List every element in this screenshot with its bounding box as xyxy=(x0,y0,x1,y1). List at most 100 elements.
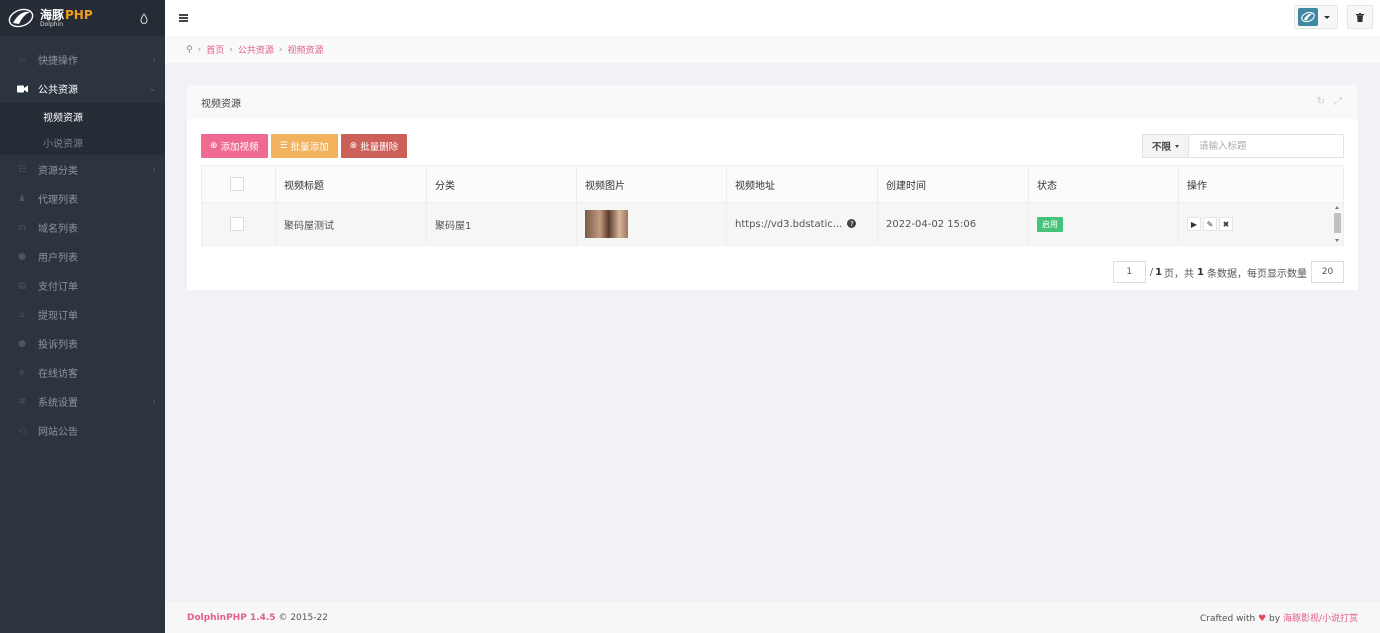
theme-drop-icon[interactable] xyxy=(139,11,149,25)
breadcrumb-separator: › xyxy=(278,44,283,55)
info-icon: ● xyxy=(18,338,26,349)
delete-x-icon[interactable]: ✖ xyxy=(1219,217,1233,231)
breadcrumb-video-resources[interactable]: 视频资源 xyxy=(287,43,323,56)
sidebar: 海豚 PHP Dolphin ▱ 快捷操作 ‹ 公共资源 ⌄ 视频资源 小说资源 ☷ 资源… xyxy=(0,0,165,633)
header-status[interactable]: 状态 xyxy=(1028,165,1179,203)
pager-text-pages: 页，共 xyxy=(1164,268,1195,280)
page-number-input[interactable]: 1 xyxy=(1112,261,1146,283)
table-header-row: 视频标题 分类 视频图片 视频地址 创建时间 状态 操作 xyxy=(201,165,1344,203)
breadcrumb-public-resources[interactable]: 公共资源 xyxy=(238,43,274,56)
pager-total-records: 1 xyxy=(1197,266,1204,278)
footer-crafted: Crafted with xyxy=(1199,614,1256,624)
sidebar-item-label: 公共资源 xyxy=(38,85,78,96)
topbar xyxy=(165,0,1380,36)
footer-by: by xyxy=(1269,614,1281,624)
clear-cache-button[interactable] xyxy=(1347,5,1373,29)
search-filter-select[interactable]: 不限 xyxy=(1143,135,1189,157)
header-created[interactable]: 创建时间 xyxy=(877,165,1029,203)
sidebar-item-payments[interactable]: ▤ 支付订单 xyxy=(0,271,165,300)
sidebar-item-label: 在线访客 xyxy=(38,369,78,380)
file-icon: ▤ xyxy=(17,280,27,291)
footer-author-link[interactable]: 海豚影视/小说打赏 xyxy=(1283,614,1358,624)
user-menu-button[interactable] xyxy=(1294,5,1338,29)
edit-pencil-icon[interactable]: ✎ xyxy=(1203,217,1217,231)
menu-toggle-icon[interactable] xyxy=(179,14,188,22)
toolbar: ⊕ 添加视频 ☰ 批量添加 ⊗ 批量删除 xyxy=(201,134,408,158)
header-url[interactable]: 视频地址 xyxy=(726,165,878,203)
row-actions: ▶ ✎ ✖ xyxy=(1187,217,1343,231)
footer-copyright: © 2015-22 xyxy=(278,612,328,623)
dolphin-logo-icon[interactable] xyxy=(8,7,34,29)
sidebar-subnav: 视频资源 小说资源 xyxy=(0,103,165,155)
caret-down-icon xyxy=(1175,144,1179,148)
sidebar-item-public-resources[interactable]: 公共资源 ⌄ xyxy=(0,74,165,103)
logo-sub: Dolphin xyxy=(40,20,64,28)
header-image[interactable]: 视频图片 xyxy=(576,165,727,203)
sidebar-item-label: 支付订单 xyxy=(38,282,78,293)
refresh-icon[interactable]: ↻ xyxy=(1317,96,1325,107)
footer-right: Crafted with ♥ by 海豚影视/小说打赏 xyxy=(1200,611,1358,624)
status-badge[interactable]: 启用 xyxy=(1037,216,1063,232)
sidebar-item-label: 用户列表 xyxy=(38,253,78,264)
search-filter-label: 不限 xyxy=(1151,142,1171,153)
header-actions: 操作 xyxy=(1178,165,1344,203)
footer-brand-link[interactable]: DolphinPHP 1.4.5 xyxy=(187,613,276,623)
batch-add-button[interactable]: ☰ 批量添加 xyxy=(270,134,338,158)
header-title[interactable]: 视频标题 xyxy=(275,165,427,203)
batch-delete-button[interactable]: ⊗ 批量删除 xyxy=(340,134,408,158)
footer-left: DolphinPHP 1.4.5 © 2015-22 xyxy=(187,613,328,623)
logo-text: 海豚 PHP Dolphin xyxy=(40,9,93,28)
fullscreen-icon[interactable]: ⤢ xyxy=(1334,96,1342,107)
list-ul-icon: ☰ xyxy=(279,141,288,151)
sidebar-item-complaints[interactable]: ● 投诉列表 xyxy=(0,329,165,358)
row-category: 聚码屋1 xyxy=(426,202,577,246)
breadcrumb-separator: › xyxy=(197,44,202,55)
batch-add-label: 批量添加 xyxy=(290,142,329,153)
sidebar-item-agents[interactable]: ♟ 代理列表 xyxy=(0,184,165,213)
add-video-button[interactable]: ⊕ 添加视频 xyxy=(201,134,268,158)
batch-delete-label: 批量删除 xyxy=(360,142,399,153)
play-icon[interactable]: ▶ xyxy=(1187,217,1201,231)
breadcrumb-home[interactable]: 首页 xyxy=(206,43,224,56)
breadcrumb-separator: › xyxy=(229,44,233,55)
row-checkbox[interactable] xyxy=(230,217,244,231)
header-select-all[interactable] xyxy=(201,165,276,203)
sidebar-item-label: 快捷操作 xyxy=(38,56,78,67)
sidebar-item-visitors[interactable]: e 在线访客 xyxy=(0,358,165,387)
row-url: https://vd3.bdstatic... xyxy=(735,218,843,230)
bullhorn-icon: ◁ xyxy=(18,425,26,436)
sidebar-item-domains[interactable]: in 域名列表 xyxy=(0,213,165,242)
question-circle-icon[interactable]: ? xyxy=(847,219,857,228)
sidebar-item-quick[interactable]: ▱ 快捷操作 ‹ xyxy=(0,45,165,74)
pager-slash: / xyxy=(1149,266,1154,278)
sidebar-item-categories[interactable]: ☷ 资源分类 ‹ xyxy=(0,155,165,184)
gear-icon: ✲ xyxy=(18,396,26,407)
row-actions-cell: ▶ ✎ ✖ xyxy=(1178,202,1344,246)
row-created: 2022-04-02 15:06 xyxy=(877,202,1029,246)
sidebar-item-label: 提现订单 xyxy=(38,311,78,322)
select-all-checkbox[interactable] xyxy=(230,177,244,191)
sidebar-item-announcements[interactable]: ◁ 网站公告 xyxy=(0,416,165,445)
chevron-left-icon: ‹ xyxy=(152,396,156,407)
trash-icon xyxy=(1356,12,1364,22)
pager-text-records: 条数据，每页显示数量 xyxy=(1207,268,1307,280)
sidebar-item-users[interactable]: ● 用户列表 xyxy=(0,242,165,271)
sidebar-item-settings[interactable]: ✲ 系统设置 ‹ xyxy=(0,387,165,416)
search-input[interactable] xyxy=(1189,135,1343,157)
panel-title: 视频资源 xyxy=(201,98,241,110)
plus-circle-icon: ⊕ xyxy=(210,141,218,151)
sidebar-subitem-novel[interactable]: 小说资源 xyxy=(0,129,165,155)
table-row: 聚码屋测试 聚码屋1 https://vd3.bdstatic...? 2022… xyxy=(201,202,1344,246)
footer: DolphinPHP 1.4.5 © 2015-22 Crafted with … xyxy=(165,602,1380,633)
table-scrollbar[interactable] xyxy=(1333,204,1342,244)
sidebar-nav: ▱ 快捷操作 ‹ 公共资源 ⌄ xyxy=(0,36,165,103)
chevron-left-icon: ‹ xyxy=(152,54,156,65)
pager-total-pages: 1 xyxy=(1155,266,1163,278)
per-page-input[interactable]: 20 xyxy=(1311,261,1344,283)
video-thumbnail[interactable] xyxy=(585,210,628,238)
sidebar-subitem-video[interactable]: 视频资源 xyxy=(0,103,165,129)
pagination: 1 / 1 页，共 1 条数据，每页显示数量 20 xyxy=(1112,261,1344,283)
panel-tools: ↻ ⤢ xyxy=(1317,96,1342,107)
header-category[interactable]: 分类 xyxy=(426,165,577,203)
sidebar-item-withdrawals[interactable]: ⌂ 提现订单 xyxy=(0,300,165,329)
